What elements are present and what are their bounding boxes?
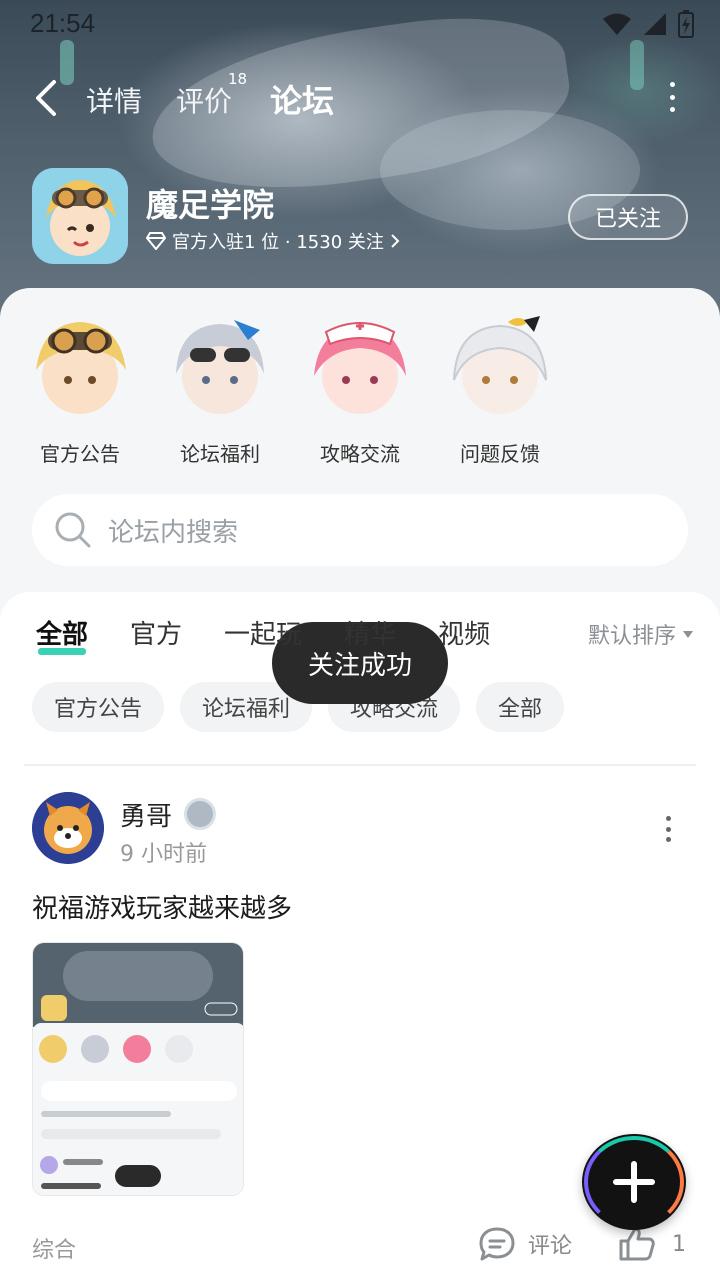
chip-announcements[interactable]: 官方公告 (32, 682, 165, 732)
follow-button[interactable]: 已关注 (568, 194, 688, 240)
thumbs-up-icon (619, 1227, 655, 1261)
chip-all[interactable]: 全部 (476, 682, 565, 732)
game-icon[interactable] (32, 168, 128, 264)
create-post-button[interactable] (582, 1134, 686, 1230)
section-item-guides[interactable]: 攻略交流 (304, 314, 416, 467)
section-item-welfare[interactable]: 论坛福利 (164, 314, 276, 467)
feed-tab-label: 官方 (130, 620, 183, 650)
diamond-icon (146, 232, 166, 250)
post-text[interactable]: 祝福游戏玩家越来越多 (32, 888, 292, 925)
search-input[interactable]: 论坛内搜索 (32, 494, 688, 566)
feed-tab-label: 视频 (438, 620, 491, 650)
tab-details[interactable]: 详情 (86, 80, 142, 120)
search-placeholder: 论坛内搜索 (108, 517, 239, 548)
caret-down-icon (683, 631, 693, 638)
section-list: 官方公告 论坛福利 攻略交流 问题反馈 (24, 314, 556, 467)
feed-tab-label: 精华 (344, 620, 397, 650)
tab-forum[interactable]: 论坛 (270, 76, 335, 128)
back-arrow-icon (36, 80, 56, 116)
chevron-right-icon (391, 234, 400, 248)
screenshot-thumbnail (33, 943, 243, 1195)
comment-icon (479, 1227, 515, 1261)
sort-label: 默认排序 (587, 624, 676, 649)
comment-button[interactable]: 评论 (478, 1226, 572, 1262)
sort-dropdown[interactable]: 默认排序 (588, 618, 694, 650)
wifi-icon (603, 13, 631, 35)
feed-tab-label: 全部 (36, 620, 89, 650)
divider (24, 764, 696, 766)
header-banner: 21:54 详情 评价 18 论坛 魔足学院 官方入驻1 位 · 1530 关注… (0, 0, 720, 320)
status-bar: 21:54 (0, 0, 720, 46)
feed-tab-all[interactable]: 全部 (36, 614, 89, 655)
tab-forum-label: 论坛 (270, 82, 335, 120)
post-image[interactable] (32, 942, 244, 1196)
feed-tab-official[interactable]: 官方 (130, 614, 182, 651)
more-vertical-icon[interactable] (664, 816, 672, 842)
like-count: 1 (672, 1231, 686, 1257)
signal-icon (644, 13, 666, 35)
section-avatar (24, 314, 136, 420)
game-stats: 官方入驻1 位 · 1530 关注 (172, 232, 384, 253)
section-item-feedback[interactable]: 问题反馈 (444, 314, 556, 467)
section-avatar (304, 314, 416, 420)
forum-sections-card: 官方公告 论坛福利 攻略交流 问题反馈 论坛内搜索 (0, 288, 720, 598)
post-time: 9 小时前 (120, 842, 207, 867)
section-label: 官方公告 (40, 442, 120, 466)
feed-tab-featured[interactable]: 精华 (344, 614, 396, 651)
avatar[interactable] (32, 792, 104, 864)
post-author[interactable]: 勇哥 (120, 796, 172, 833)
feed-tab-video[interactable]: 视频 (438, 614, 490, 651)
comment-label: 评论 (528, 1234, 573, 1259)
feed-tab-play-together[interactable]: 一起玩 (224, 614, 302, 651)
user-level-badge-icon (184, 798, 216, 830)
post-footer: 综合 评论 1 (32, 1227, 692, 1272)
battery-icon (678, 10, 694, 38)
tab-reviews[interactable]: 评价 (176, 80, 232, 120)
status-icons (602, 10, 694, 38)
section-avatar (164, 314, 276, 420)
back-button[interactable] (30, 78, 66, 118)
review-count-badge: 18 (228, 70, 248, 88)
section-label: 论坛福利 (180, 442, 260, 466)
game-info: 魔足学院 官方入驻1 位 · 1530 关注 已关注 (32, 168, 692, 268)
feed-tab-label: 一起玩 (224, 620, 303, 650)
section-item-announcements[interactable]: 官方公告 (24, 314, 136, 467)
post-tag[interactable]: 综合 (32, 1232, 76, 1264)
fab-ring (584, 1136, 684, 1228)
section-label: 攻略交流 (320, 442, 400, 466)
top-nav: 详情 评价 18 论坛 (0, 70, 720, 128)
search-icon (55, 512, 91, 548)
status-time: 21:54 (30, 8, 96, 38)
section-label: 问题反馈 (460, 442, 540, 466)
game-avatar-art (32, 168, 128, 264)
section-avatar (444, 314, 556, 420)
more-vertical-icon[interactable] (662, 82, 682, 112)
game-stats-link[interactable]: 官方入驻1 位 · 1530 关注 (146, 228, 400, 254)
like-button[interactable]: 1 (618, 1226, 686, 1262)
game-name: 魔足学院 (146, 186, 275, 224)
